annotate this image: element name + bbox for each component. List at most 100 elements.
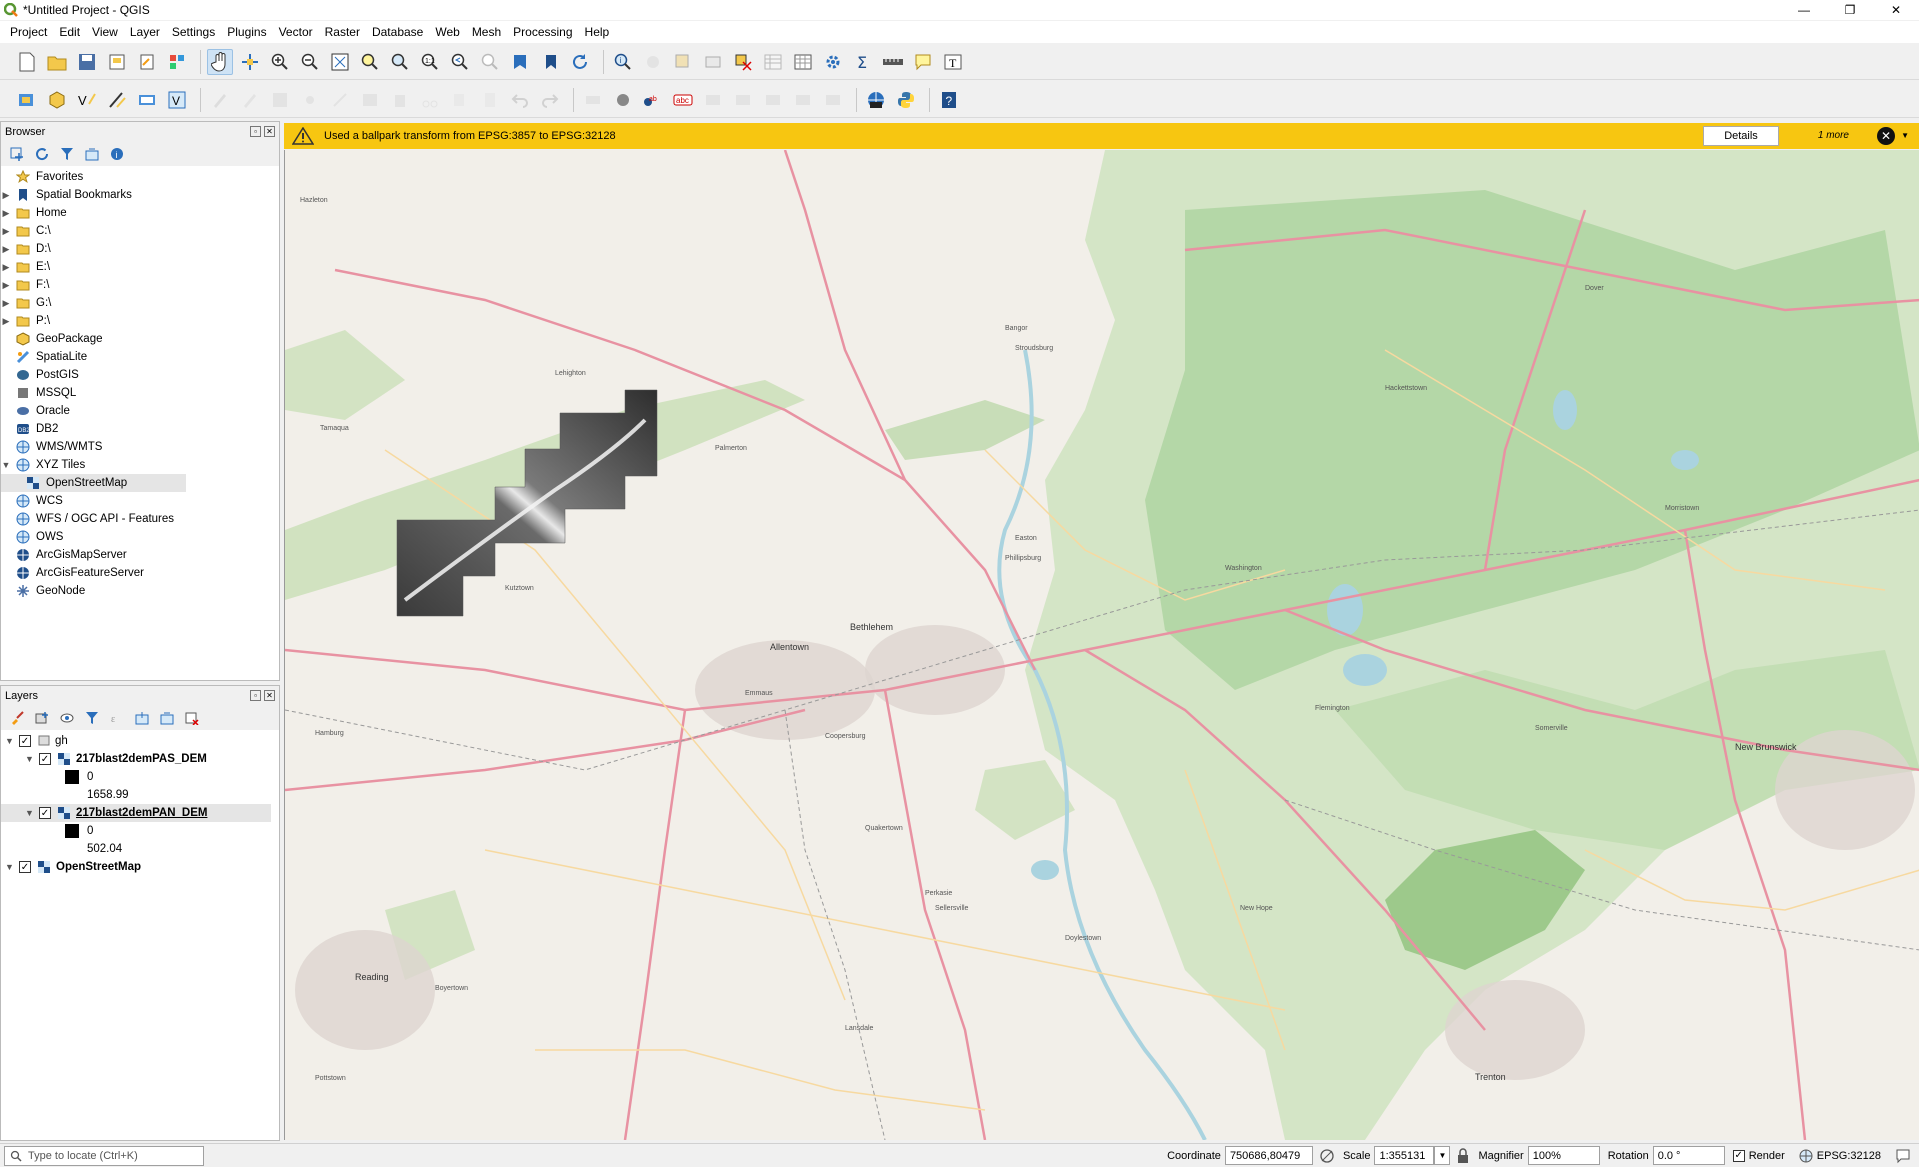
lock-icon[interactable] <box>1456 1147 1470 1164</box>
measure-button[interactable] <box>880 49 906 75</box>
browser-item-openstreetmap[interactable]: OpenStreetMap <box>1 474 186 492</box>
select-value-button[interactable] <box>700 49 726 75</box>
layer-visibility-checkbox[interactable]: ✓ <box>39 753 51 765</box>
browser-item-xyz-tiles[interactable]: ▼ XYZ Tiles <box>1 456 279 474</box>
minimize-button[interactable]: — <box>1781 0 1827 20</box>
copy-features-button[interactable] <box>447 87 473 113</box>
close-message-button[interactable]: ✕ <box>1877 127 1895 145</box>
move-label-button[interactable] <box>760 87 786 113</box>
messages-icon[interactable] <box>1895 1148 1911 1164</box>
label-toolbar-button-1[interactable] <box>580 87 606 113</box>
open-project-button[interactable] <box>44 49 70 75</box>
properties-button[interactable]: i <box>109 146 125 162</box>
more-messages-link[interactable]: 1 more <box>1818 130 1849 141</box>
modify-attributes-button[interactable] <box>357 87 383 113</box>
browser-item-arcgis-featureserver[interactable]: ArcGisFeatureServer <box>1 564 279 582</box>
browser-item-drive-p[interactable]: ▶ P:\ <box>1 312 279 330</box>
zoom-out-button[interactable] <box>297 49 323 75</box>
layer-item-openstreetmap[interactable]: ▼ ✓ OpenStreetMap <box>1 858 279 876</box>
collapse-all-layers-button[interactable] <box>159 710 175 726</box>
browser-item-arcgis-mapserver[interactable]: ArcGisMapServer <box>1 546 279 564</box>
menu-database[interactable]: Database <box>366 25 429 39</box>
deselect-all-button[interactable] <box>730 49 756 75</box>
osm-basemap[interactable]: Hazleton Tamaqua Lehighton Palmerton Ban… <box>285 150 1919 1140</box>
menu-edit[interactable]: Edit <box>53 25 86 39</box>
filter-browser-button[interactable] <box>59 146 75 162</box>
close-panel-button[interactable]: ✕ <box>264 126 275 137</box>
open-layer-styling-button[interactable] <box>9 710 25 726</box>
pin-labels-button[interactable] <box>700 87 726 113</box>
crs-globe-icon[interactable] <box>1799 1149 1813 1163</box>
filter-legend-button[interactable] <box>84 710 100 726</box>
zoom-full-button[interactable] <box>327 49 353 75</box>
menu-layer[interactable]: Layer <box>124 25 166 39</box>
rotation-spinbox[interactable]: 0.0 ° <box>1652 1146 1725 1165</box>
menu-mesh[interactable]: Mesh <box>466 25 507 39</box>
collapse-arrow-icon[interactable]: ▼ <box>5 862 19 872</box>
refresh-button[interactable] <box>567 49 593 75</box>
zoom-in-button[interactable] <box>267 49 293 75</box>
layout-manager-button[interactable] <box>134 49 160 75</box>
layer-group-gh[interactable]: ▼ ✓ gh <box>1 732 279 750</box>
layer-item-pan-dem[interactable]: ▼ ✓ 217blast2demPAN_DEM <box>1 804 271 822</box>
browser-item-drive-e[interactable]: ▶ E:\ <box>1 258 279 276</box>
collapse-arrow-icon[interactable]: ▼ <box>25 808 39 818</box>
chevron-down-icon[interactable]: ▼ <box>1901 131 1909 140</box>
menu-web[interactable]: Web <box>429 25 465 39</box>
collapse-arrow-icon[interactable]: ▼ <box>25 754 39 764</box>
browser-item-drive-g[interactable]: ▶ G:\ <box>1 294 279 312</box>
menu-vector[interactable]: Vector <box>273 25 319 39</box>
float-panel-button[interactable]: ▫ <box>250 690 261 701</box>
menu-settings[interactable]: Settings <box>166 25 221 39</box>
paste-features-button[interactable] <box>477 87 503 113</box>
data-source-manager-button[interactable] <box>14 87 40 113</box>
map-tips-button[interactable] <box>910 49 936 75</box>
menu-project[interactable]: Project <box>4 25 53 39</box>
rotate-label-button[interactable] <box>790 87 816 113</box>
pan-to-selection-button[interactable] <box>237 49 263 75</box>
processing-toolbox-button[interactable] <box>820 49 846 75</box>
float-panel-button[interactable]: ▫ <box>250 126 261 137</box>
field-calculator-button[interactable] <box>790 49 816 75</box>
browser-item-spatialite[interactable]: SpatiaLite <box>1 348 279 366</box>
zoom-last-button[interactable] <box>447 49 473 75</box>
layer-visibility-checkbox[interactable]: ✓ <box>19 861 31 873</box>
browser-item-wcs[interactable]: WCS <box>1 492 279 510</box>
select-features-button[interactable] <box>670 49 696 75</box>
add-group-button[interactable] <box>34 710 50 726</box>
browser-item-postgis[interactable]: PostGIS <box>1 366 279 384</box>
menu-raster[interactable]: Raster <box>319 25 366 39</box>
undo-button[interactable] <box>507 87 533 113</box>
current-edits-button[interactable] <box>207 87 233 113</box>
browser-item-db2[interactable]: DB2 DB2 <box>1 420 279 438</box>
collapse-all-button[interactable] <box>84 146 100 162</box>
layer-labeling-button[interactable] <box>610 87 636 113</box>
close-panel-button[interactable]: ✕ <box>264 690 275 701</box>
new-geopackage-button[interactable] <box>44 87 70 113</box>
add-selected-layers-button[interactable] <box>9 146 25 162</box>
new-project-button[interactable] <box>14 49 40 75</box>
browser-item-geonode[interactable]: GeoNode <box>1 582 279 600</box>
text-annotation-button[interactable]: T <box>940 49 966 75</box>
layer-diagram-button[interactable]: ab <box>640 87 666 113</box>
menu-view[interactable]: View <box>86 25 124 39</box>
scale-dropdown[interactable]: ▼ <box>1434 1146 1451 1165</box>
browser-item-wms-wmts[interactable]: WMS/WMTS <box>1 438 279 456</box>
browser-item-mssql[interactable]: MSSQL <box>1 384 279 402</box>
vertex-tool-button[interactable] <box>327 87 353 113</box>
new-bookmark-button[interactable] <box>507 49 533 75</box>
statistics-button[interactable]: Σ <box>850 49 876 75</box>
maximize-button[interactable]: ❐ <box>1827 0 1873 20</box>
show-hide-labels-button[interactable] <box>730 87 756 113</box>
layer-visibility-checkbox[interactable]: ✓ <box>39 807 51 819</box>
toggle-editing-button[interactable] <box>237 87 263 113</box>
save-project-button[interactable] <box>74 49 100 75</box>
cut-features-button[interactable] <box>417 87 443 113</box>
style-manager-button[interactable] <box>164 49 190 75</box>
add-virtual-layer-button[interactable]: V <box>164 87 190 113</box>
remove-layer-button[interactable] <box>184 710 200 726</box>
browser-item-spatial-bookmarks[interactable]: ▶ Spatial Bookmarks <box>1 186 279 204</box>
crs-label[interactable]: EPSG:32128 <box>1817 1150 1881 1162</box>
browser-item-drive-c[interactable]: ▶ C:\ <box>1 222 279 240</box>
expand-all-button[interactable] <box>134 710 150 726</box>
